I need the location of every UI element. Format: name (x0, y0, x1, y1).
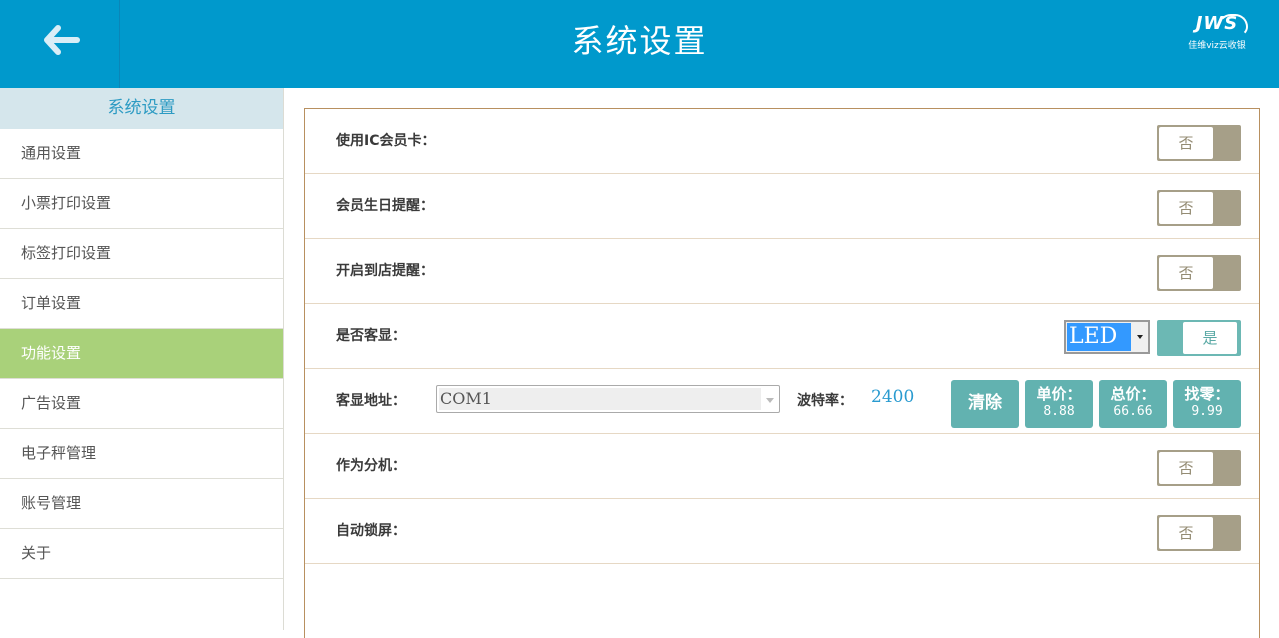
change-button[interactable]: 找零： 9.99 (1173, 380, 1241, 428)
sidebar-item-about[interactable]: 关于 (0, 529, 283, 579)
cloud-icon (1218, 14, 1248, 36)
setting-row-display-address: 客显地址： COM1 波特率： 2400 清除 单价： 8.88 总价： 66.… (305, 369, 1259, 434)
unit-price-button[interactable]: 单价： 8.88 (1025, 380, 1093, 428)
sidebar-item-account[interactable]: 账号管理 (0, 479, 283, 529)
total-price-button[interactable]: 总价： 66.66 (1099, 380, 1167, 428)
setting-row-birthday: 会员生日提醒： 否 (305, 174, 1259, 239)
top-header: 系统设置 JWS 佳维viz云收银 (0, 0, 1279, 88)
arrival-reminder-label: 开启到店提醒： (336, 263, 434, 279)
port-select[interactable]: COM1 (436, 385, 780, 413)
clear-button[interactable]: 清除 (951, 380, 1019, 428)
display-type-value: LED (1067, 323, 1131, 351)
sidebar-item-label-print[interactable]: 标签打印设置 (0, 229, 283, 279)
sidebar-item-general[interactable]: 通用设置 (0, 129, 283, 179)
baud-rate-label: 波特率： (797, 393, 853, 409)
page-title: 系统设置 (571, 22, 708, 60)
setting-row-sub-terminal: 作为分机： 否 (305, 434, 1259, 499)
sidebar-item-scale[interactable]: 电子秤管理 (0, 429, 283, 479)
arrival-reminder-toggle[interactable]: 否 (1157, 255, 1241, 291)
sidebar-item-receipt-print[interactable]: 小票打印设置 (0, 179, 283, 229)
customer-display-toggle[interactable]: 是 (1157, 320, 1241, 356)
customer-display-toggle-value: 是 (1183, 322, 1237, 354)
change-value: 9.99 (1191, 404, 1223, 419)
port-value: COM1 (439, 388, 761, 410)
setting-row-customer-display: 是否客显： LED 是 (305, 304, 1259, 369)
arrival-reminder-toggle-value: 否 (1159, 257, 1213, 289)
chevron-down-icon (766, 398, 774, 403)
setting-row-ic-card: 使用IC会员卡： 否 (305, 109, 1259, 174)
sub-terminal-toggle-value: 否 (1159, 452, 1213, 484)
total-price-value: 66.66 (1113, 404, 1153, 419)
auto-lock-label: 自动锁屏： (336, 523, 406, 539)
settings-panel: 使用IC会员卡： 否 会员生日提醒： 否 开启到店提醒： 否 是否客显： LED… (304, 108, 1260, 638)
sidebar: 系统设置 通用设置 小票打印设置 标签打印设置 订单设置 功能设置 广告设置 电… (0, 88, 284, 630)
unit-price-value: 8.88 (1043, 404, 1075, 419)
sub-terminal-label: 作为分机： (336, 458, 406, 474)
auto-lock-toggle-value: 否 (1159, 517, 1213, 549)
unit-price-label: 单价： (1036, 385, 1082, 403)
birthday-reminder-toggle-value: 否 (1159, 192, 1213, 224)
sub-terminal-toggle[interactable]: 否 (1157, 450, 1241, 486)
brand-logo: JWS 佳维viz云收银 (1184, 14, 1250, 58)
display-type-select[interactable]: LED (1064, 320, 1150, 354)
chevron-down-icon (1137, 335, 1143, 339)
ic-card-label: 使用IC会员卡： (336, 133, 436, 149)
change-label: 找零： (1184, 385, 1230, 403)
ic-card-toggle-value: 否 (1159, 127, 1213, 159)
sidebar-item-ads[interactable]: 广告设置 (0, 379, 283, 429)
customer-display-label: 是否客显： (336, 328, 406, 344)
ic-card-toggle[interactable]: 否 (1157, 125, 1241, 161)
birthday-reminder-toggle[interactable]: 否 (1157, 190, 1241, 226)
logo-subtitle: 佳维viz云收银 (1188, 41, 1246, 51)
setting-row-arrival: 开启到店提醒： 否 (305, 239, 1259, 304)
birthday-reminder-label: 会员生日提醒： (336, 198, 434, 214)
auto-lock-toggle[interactable]: 否 (1157, 515, 1241, 551)
sidebar-item-order[interactable]: 订单设置 (0, 279, 283, 329)
baud-rate-value[interactable]: 2400 (871, 387, 914, 407)
setting-row-auto-lock: 自动锁屏： 否 (305, 499, 1259, 564)
display-address-label: 客显地址： (336, 393, 406, 409)
total-price-label: 总价： (1110, 385, 1156, 403)
sidebar-title: 系统设置 (0, 88, 283, 129)
sidebar-item-function[interactable]: 功能设置 (0, 329, 283, 379)
